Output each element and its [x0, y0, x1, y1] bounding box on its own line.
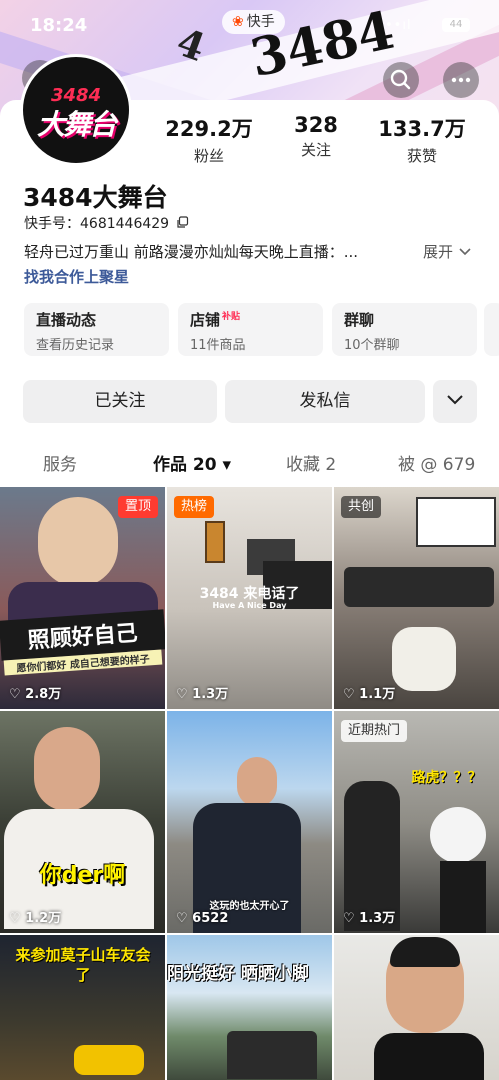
video-caption: 3484 来电话了	[199, 586, 300, 602]
collab-badge: 共创	[341, 496, 382, 518]
message-button[interactable]: 发私信	[225, 380, 425, 423]
wall-art	[205, 521, 225, 563]
person-hair	[390, 937, 460, 967]
motorbike	[74, 1045, 144, 1075]
person-face	[38, 497, 118, 587]
video-caption: 你der啊	[39, 863, 126, 888]
search-button[interactable]	[383, 62, 419, 98]
kuaishou-logo-icon: ❀	[232, 14, 244, 30]
smoke-puff	[430, 807, 486, 863]
stat-value: 133.7万	[378, 117, 466, 141]
video-thumbnail[interactable]: 路虎？？？ 近期热门 ♡ 1.3万	[334, 711, 499, 933]
bio-text: 轻舟已过万重山 前路漫漫亦灿灿每天晚上直播：...	[24, 243, 359, 261]
app-badge: ❀ 快手	[222, 10, 285, 34]
like-count: ♡ 6522	[176, 911, 229, 926]
signal-icon: ••ıl	[385, 18, 412, 33]
bio-expand-button[interactable]: 展开	[423, 241, 472, 262]
stat-following[interactable]: 328 关注	[261, 113, 371, 160]
live-activity-box[interactable]: 直播动态 查看历史记录	[24, 303, 169, 356]
tab-favorites[interactable]: 收藏 2	[286, 450, 336, 475]
video-caption: 阳光挺好 晒晒小脚	[167, 964, 309, 984]
stat-followers[interactable]: 229.2万 粉丝	[154, 113, 264, 166]
like-count: ♡ 2.8万	[9, 687, 62, 702]
stat-label: 获赞	[406, 147, 437, 165]
bio-link[interactable]: 找我合作上聚星	[24, 266, 129, 287]
bio-expand-label: 展开	[423, 243, 454, 261]
battery-icon: 44	[442, 18, 470, 32]
kuaishou-id[interactable]: 快手号：4681446429	[24, 213, 189, 233]
people-group	[344, 567, 494, 607]
status-time: 18:24	[30, 15, 88, 36]
followed-button[interactable]: 已关注	[23, 380, 217, 423]
video-caption: 这玩的也太开心了	[209, 901, 290, 912]
video-thumbnail[interactable]: 你der啊 ♡ 1.2万	[0, 711, 165, 933]
stat-label: 关注	[300, 141, 331, 159]
video-thumbnail[interactable]: 3484 来电话了 Have A Nice Day 热榜 ♡ 1.3万	[167, 487, 332, 709]
chevron-down-icon	[459, 248, 471, 256]
video-thumbnail[interactable]: 来参加莫子山车友会了	[0, 935, 165, 1080]
shop-box[interactable]: 店铺 补贴 11件商品	[178, 303, 323, 356]
box-title: 直播动态	[36, 311, 97, 329]
more-button[interactable]	[443, 62, 479, 98]
tab-mentioned[interactable]: 被 @ 679	[398, 450, 475, 475]
car-dashboard	[227, 1031, 317, 1079]
trending-badge: 热榜	[174, 496, 215, 518]
person-face	[237, 757, 277, 807]
pinned-badge: 置顶	[117, 496, 158, 518]
subsidy-tag: 补贴	[222, 312, 241, 322]
box-title: 店铺	[190, 311, 221, 329]
avatar[interactable]: 3484 大舞台	[20, 54, 132, 166]
video-thumbnail[interactable]: 这玩的也太开心了 ♡ 6522	[167, 711, 332, 933]
box-subtitle: 11件商品	[190, 338, 246, 353]
chevron-down-icon	[447, 395, 463, 405]
like-count: ♡ 1.2万	[9, 911, 62, 926]
more-box-peek[interactable]	[484, 303, 499, 356]
tab-works[interactable]: 作品 20 ▾	[153, 450, 231, 475]
wall-painting	[416, 497, 496, 547]
recent-hot-badge: 近期热门	[341, 720, 408, 742]
box-subtitle: 10个群聊	[344, 338, 400, 353]
video-thumbnail[interactable]: 阳光挺好 晒晒小脚	[167, 935, 332, 1080]
status-bar: 18:24 ❀ 快手 ••ıl 44	[0, 0, 499, 40]
tab-service[interactable]: 服务	[43, 450, 77, 475]
like-count: ♡ 1.1万	[343, 687, 396, 702]
like-count: ♡ 1.3万	[343, 911, 396, 926]
box-subtitle: 查看历史记录	[36, 338, 115, 353]
like-count: ♡ 1.3万	[176, 687, 229, 702]
video-thumbnail[interactable]: 共创 ♡ 1.1万	[334, 487, 499, 709]
box-title: 群聊	[344, 311, 375, 329]
app-name: 快手	[246, 14, 275, 30]
stat-likes[interactable]: 133.7万 获赞	[367, 113, 477, 166]
search-icon	[390, 69, 411, 90]
avatar-title: 大舞台	[37, 108, 117, 141]
more-icon	[451, 77, 471, 83]
video-caption: 路虎？？？	[411, 770, 482, 786]
person-right	[440, 861, 486, 933]
video-caption: 来参加莫子山车友会了	[15, 946, 151, 984]
video-thumbnail[interactable]	[334, 935, 499, 1080]
person-back	[392, 627, 456, 691]
video-thumbnail[interactable]: 照顾好自己 愿你们都好 成自己想要的样子 置顶 ♡ 2.8万	[0, 487, 165, 709]
stat-value: 328	[294, 113, 338, 137]
person-body	[374, 1033, 484, 1080]
kuaishou-id-text: 快手号：4681446429	[24, 216, 170, 232]
stat-value: 229.2万	[165, 117, 253, 141]
content-tabs: 服务 作品 20 ▾ 收藏 2 被 @ 679	[0, 450, 499, 482]
more-actions-button[interactable]	[433, 380, 477, 423]
nickname: 3484大舞台	[23, 183, 168, 212]
copy-icon[interactable]	[176, 216, 189, 229]
group-chat-box[interactable]: 群聊 10个群聊	[332, 303, 477, 356]
stat-label: 粉丝	[193, 147, 224, 165]
person-face	[34, 727, 100, 811]
video-subcaption: Have A Nice Day	[212, 601, 287, 610]
